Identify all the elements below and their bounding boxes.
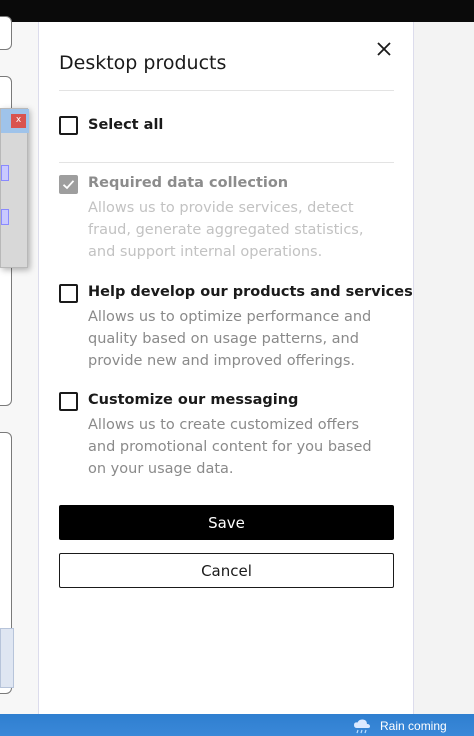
- background-dialog-close-button[interactable]: x: [11, 114, 26, 128]
- taskbar: Rain coming: [0, 714, 474, 736]
- background-dialog: x: [0, 108, 29, 268]
- consent-panel: Desktop products Select all Required dat…: [38, 22, 414, 714]
- select-all-checkbox[interactable]: [59, 116, 78, 135]
- weather-widget[interactable]: Rain coming: [352, 717, 447, 735]
- customize-messaging-checkbox[interactable]: [59, 392, 78, 411]
- option-description: Allows us to provide services, detect fr…: [88, 200, 364, 260]
- rain-cloud-icon: [354, 719, 370, 734]
- weather-text: Rain coming: [380, 719, 447, 733]
- cancel-button[interactable]: Cancel: [59, 553, 394, 588]
- background-card: [0, 16, 12, 50]
- close-icon: [377, 42, 391, 56]
- background-dialog-field: [1, 165, 9, 181]
- option-description: Allows us to optimize performance and qu…: [88, 309, 372, 369]
- option-title: Customize our messaging: [88, 392, 299, 408]
- close-button[interactable]: [373, 38, 395, 60]
- divider: [59, 162, 394, 163]
- divider: [59, 90, 394, 91]
- background-right: [414, 22, 474, 714]
- save-button[interactable]: Save: [59, 505, 394, 540]
- option-description: Allows us to create customized offers an…: [88, 417, 372, 477]
- select-all-label: Select all: [88, 117, 164, 133]
- option-title: Help develop our products and services: [88, 284, 413, 300]
- top-bar: [0, 0, 474, 22]
- panel-title: Desktop products: [59, 52, 227, 74]
- required-data-checkbox: [59, 175, 78, 194]
- checkmark-icon: [62, 180, 75, 190]
- background-dialog-field: [1, 209, 9, 225]
- background-scroll-arrow: [0, 628, 14, 688]
- option-title: Required data collection: [88, 175, 289, 191]
- help-develop-checkbox[interactable]: [59, 284, 78, 303]
